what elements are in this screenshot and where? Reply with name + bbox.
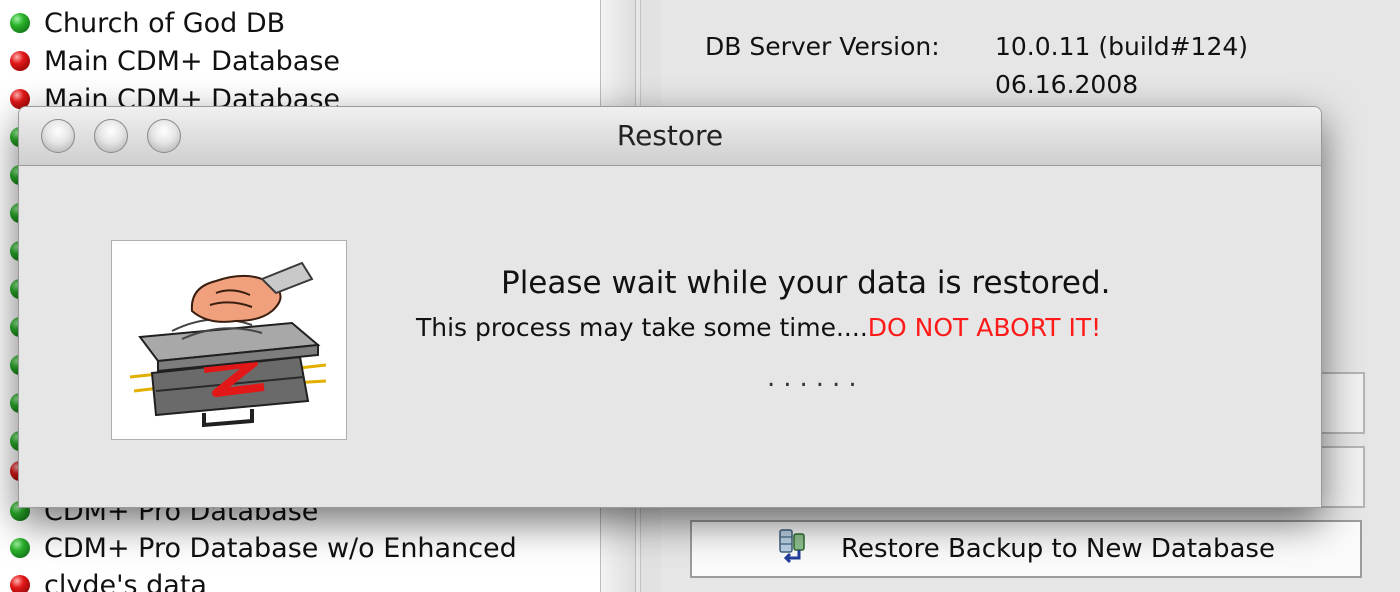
progress-indicator: ...... xyxy=(767,363,865,393)
database-restore-icon xyxy=(777,528,813,571)
list-item[interactable]: CDM+ Pro Database w/o Enhanced xyxy=(0,529,517,567)
process-message-line: This process may take some time....DO NO… xyxy=(416,313,1101,342)
dialog-title: Restore xyxy=(616,119,724,152)
restore-dialog: Restore Please wait while your data is r… xyxy=(18,106,1322,508)
database-name: CDM+ Pro Database w/o Enhanced xyxy=(44,532,517,564)
status-red-icon xyxy=(10,51,30,71)
status-green-icon xyxy=(10,538,30,558)
db-server-version-date: 06.16.2008 xyxy=(995,70,1139,99)
restore-illustration xyxy=(111,240,347,440)
database-name: clyde's data xyxy=(44,569,207,592)
restore-backup-to-new-database-button[interactable]: Restore Backup to New Database xyxy=(690,520,1362,578)
database-name: Church of God DB xyxy=(44,7,286,39)
restore-backup-label: Restore Backup to New Database xyxy=(841,534,1275,564)
list-item[interactable]: clyde's data xyxy=(0,566,207,592)
db-server-version-value: 10.0.11 (build#124) xyxy=(995,32,1249,61)
database-name: Main CDM+ Database xyxy=(44,45,341,77)
dialog-titlebar[interactable]: Restore xyxy=(19,107,1321,166)
list-item[interactable]: Main CDM+ Database xyxy=(0,42,340,80)
abort-warning: DO NOT ABORT IT! xyxy=(867,313,1102,342)
wait-message: Please wait while your data is restored. xyxy=(501,265,1111,301)
status-red-icon xyxy=(10,575,30,592)
process-message: This process may take some time.... xyxy=(416,313,868,342)
list-item[interactable]: Church of God DB xyxy=(0,4,285,42)
db-server-version-label: DB Server Version: xyxy=(705,32,940,61)
status-green-icon xyxy=(10,13,30,33)
